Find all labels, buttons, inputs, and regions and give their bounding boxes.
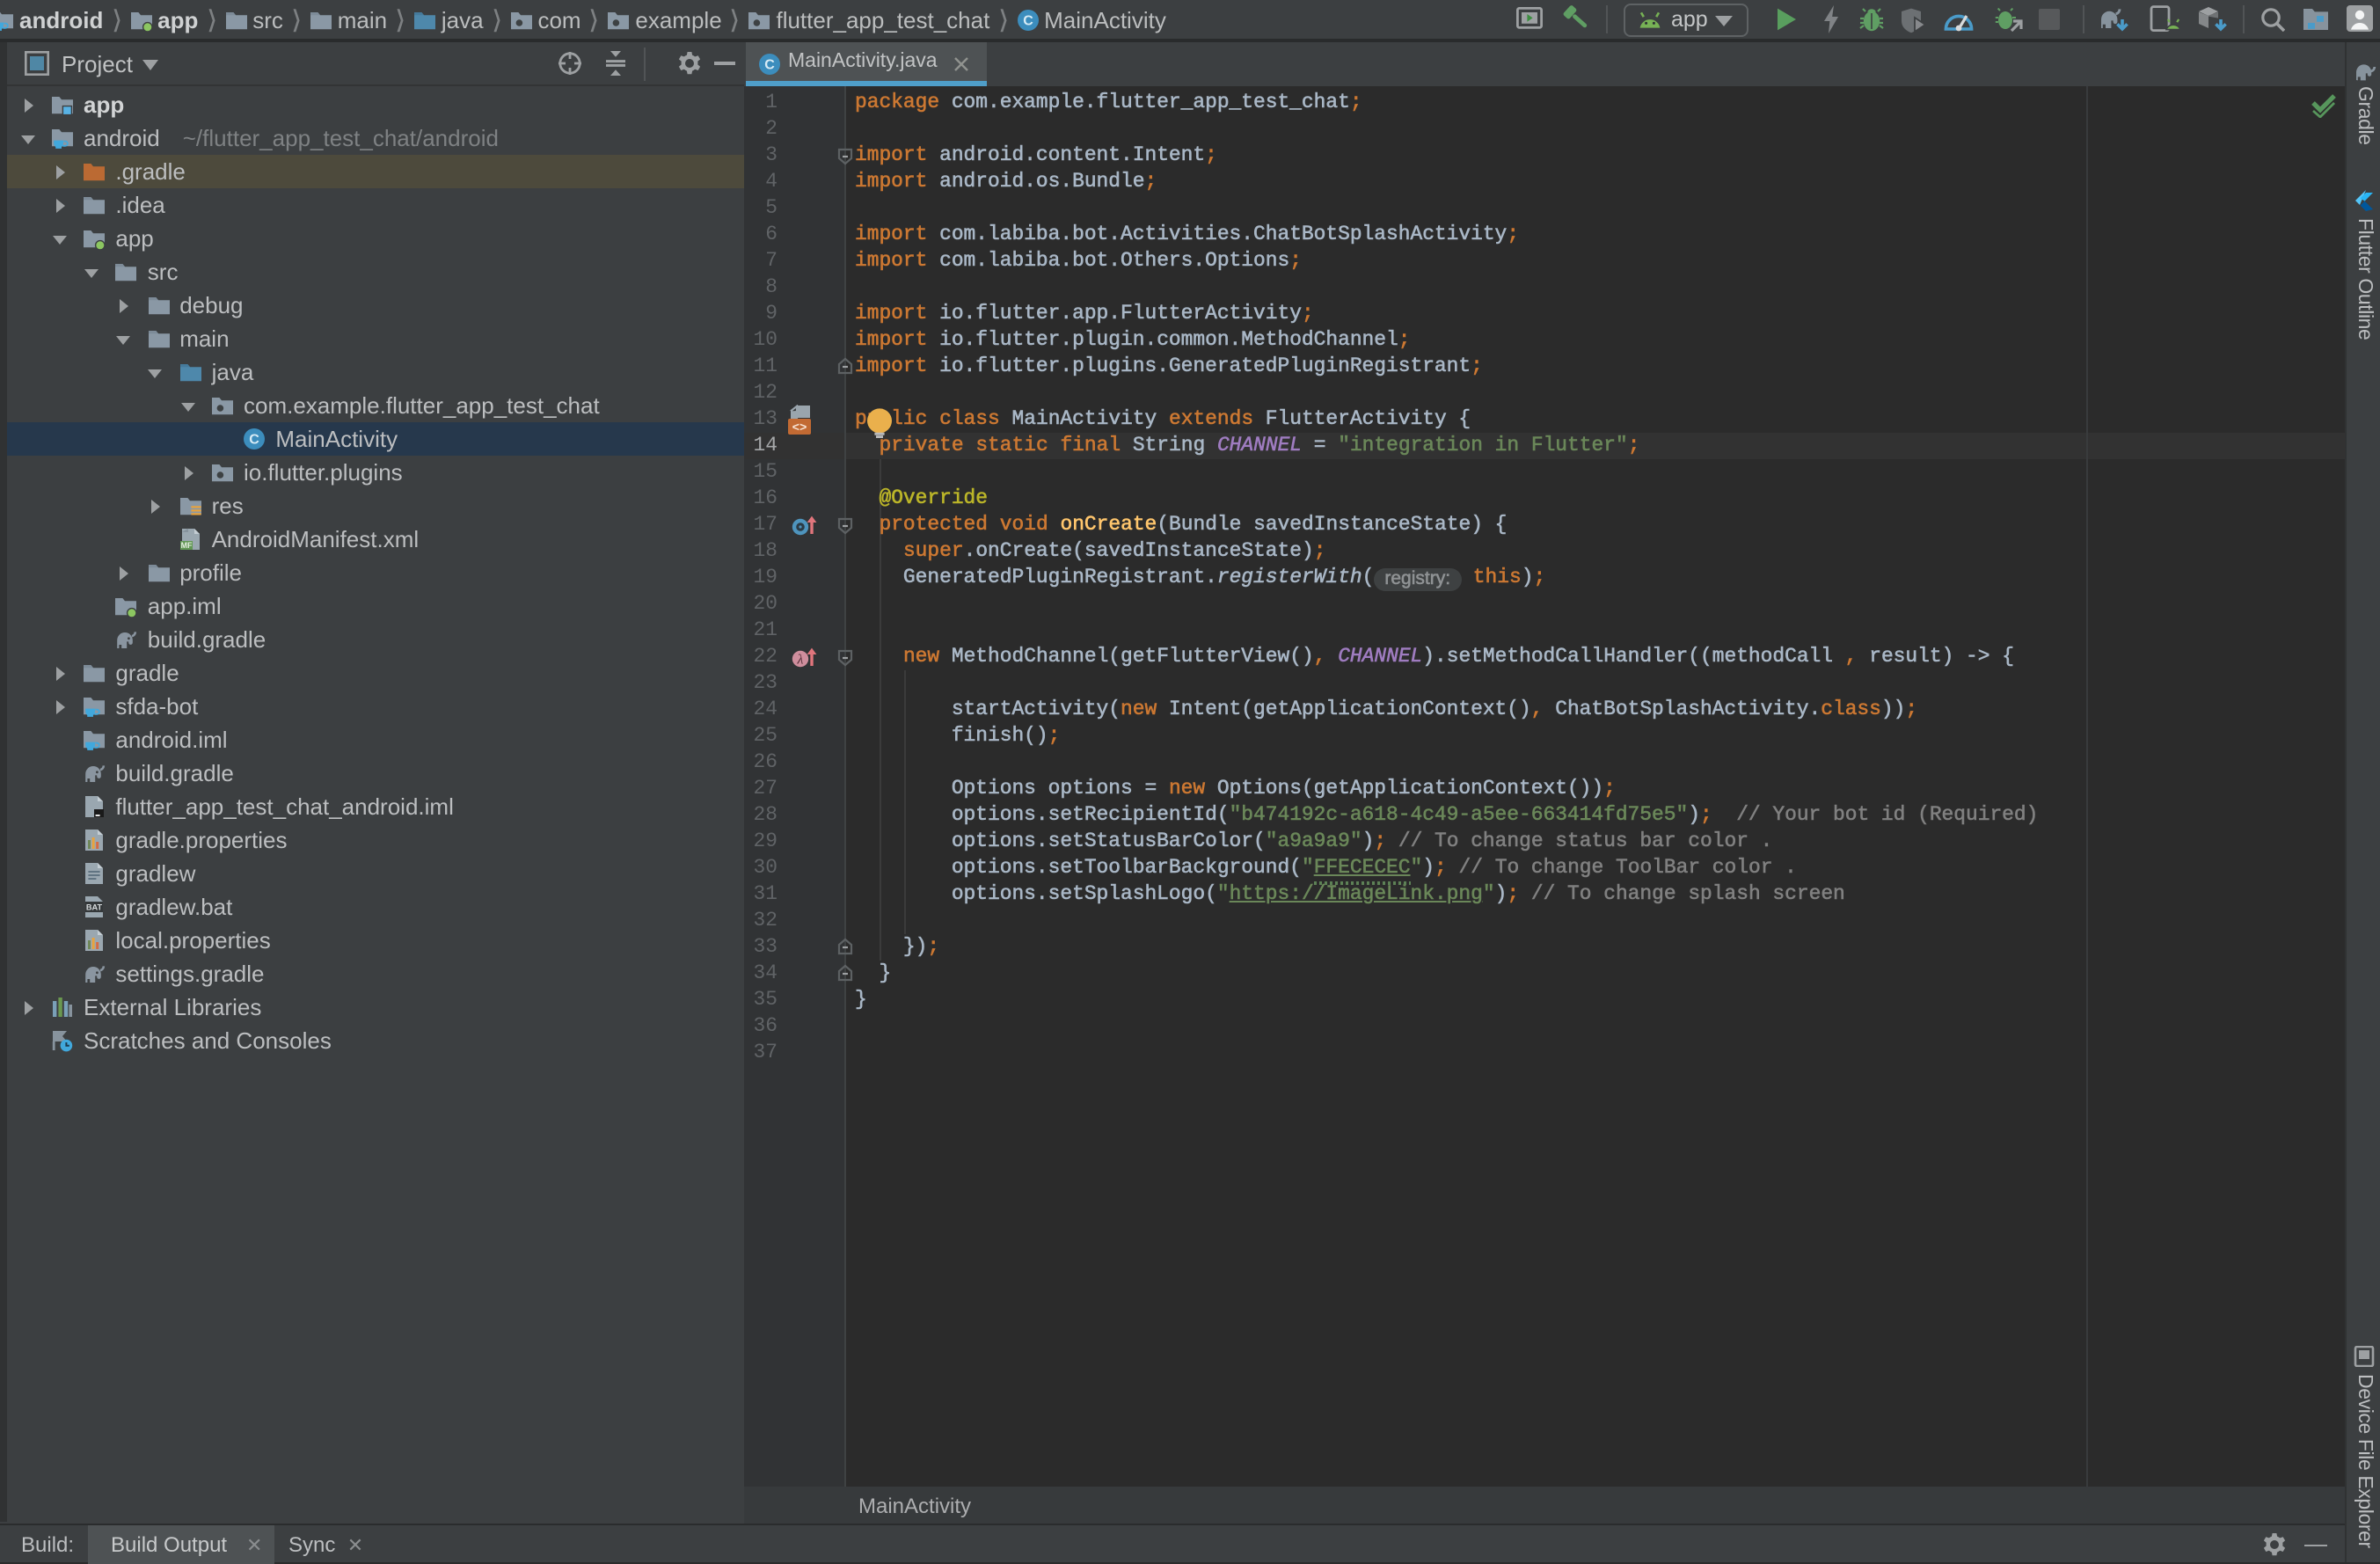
svg-text:λ: λ	[796, 652, 803, 667]
svg-text:<>: <>	[792, 421, 807, 435]
